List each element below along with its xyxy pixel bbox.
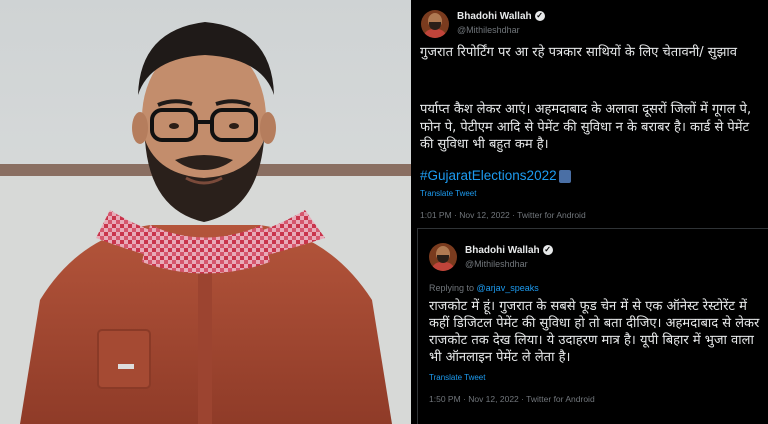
- author-handle[interactable]: @Mithileshdhar: [465, 259, 528, 269]
- tweet-timestamp[interactable]: 1:01 PM · Nov 12, 2022 · Twitter for And…: [420, 210, 586, 220]
- tweet-timestamp[interactable]: 1:50 PM · Nov 12, 2022 · Twitter for And…: [429, 394, 595, 404]
- profile-photo: [0, 0, 411, 424]
- hashtag-text[interactable]: #GujaratElections2022: [420, 168, 557, 183]
- replying-to-mention[interactable]: @arjav_speaks: [477, 283, 539, 293]
- verified-badge-icon: ✓: [534, 11, 545, 22]
- hashtag-link[interactable]: #GujaratElections2022: [420, 168, 571, 183]
- tweet-reply: Bhadohi Wallah ✓ @Mithileshdhar Replying …: [417, 228, 768, 424]
- author-name-text[interactable]: Bhadohi Wallah: [457, 11, 532, 22]
- replying-to: Replying to @arjav_speaks: [429, 283, 539, 293]
- verified-badge-icon: ✓: [542, 245, 553, 256]
- author-name[interactable]: Bhadohi Wallah ✓: [457, 11, 545, 22]
- author-name-text[interactable]: Bhadohi Wallah: [465, 245, 540, 256]
- author-handle[interactable]: @Mithileshdhar: [457, 25, 520, 35]
- tweet-text-body: राजकोट में हूं। गुजरात के सबसे फूड चेन म…: [429, 299, 764, 365]
- tweet-text-line1: गुजरात रिपोर्टिंग पर आ रहे पत्रकार साथिय…: [420, 45, 738, 60]
- replying-prefix: Replying to: [429, 283, 475, 293]
- tweet-text-body: पर्याप्त कैश लेकर आएं। अहमदाबाद के अलावा…: [420, 102, 756, 152]
- translate-tweet-link[interactable]: Translate Tweet: [420, 189, 476, 198]
- author-name[interactable]: Bhadohi Wallah ✓: [465, 245, 553, 256]
- author-avatar[interactable]: [421, 10, 449, 38]
- author-avatar[interactable]: [429, 243, 457, 271]
- flag-emoji-icon: [558, 169, 571, 183]
- translate-tweet-link[interactable]: Translate Tweet: [429, 373, 485, 382]
- tweet-main: Bhadohi Wallah ✓ @Mithileshdhar गुजरात रि…: [411, 0, 768, 228]
- tweet-panel: Bhadohi Wallah ✓ @Mithileshdhar गुजरात रि…: [411, 0, 768, 424]
